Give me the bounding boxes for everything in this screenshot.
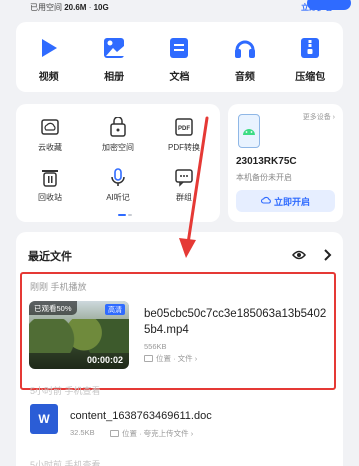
storage-used-value: 20.6M <box>64 2 87 12</box>
recent-files-card: 最近文件 刚刚 手机播放 已观看50% 高清 00:00:02 be05cbc5… <box>16 232 343 466</box>
service-label: PDF转换 <box>168 143 200 152</box>
trash-icon <box>39 166 61 188</box>
service-recycle-bin[interactable]: 回收站 <box>20 166 80 203</box>
tool-label: 音频 <box>234 72 255 83</box>
storage-total-value: 10G <box>93 2 109 12</box>
video-file-location[interactable]: 位置 · 文件 › <box>144 353 197 364</box>
storage-separator: · <box>88 2 92 12</box>
tool-label: 文档 <box>169 72 190 83</box>
tool-label: 视频 <box>38 72 59 83</box>
service-pdf-convert[interactable]: PDF PDF转换 <box>154 116 214 153</box>
tool-video[interactable]: 视频 <box>21 36 77 92</box>
enable-backup-button[interactable]: 立即开启 <box>236 190 335 212</box>
thumbnail-trees <box>29 319 129 353</box>
doc-file-size: 32.5KB <box>70 428 95 437</box>
cloud-icon <box>260 196 271 206</box>
recent-group-label: 刚刚 手机播放 <box>30 282 87 292</box>
ai-listen-icon <box>107 166 129 188</box>
service-label: 回收站 <box>38 193 62 202</box>
tool-photo[interactable]: 相册 <box>86 36 142 92</box>
service-label: 群组 <box>176 193 192 202</box>
video-duration: 00:00:02 <box>86 355 123 365</box>
storage-used-label: 已用空间 <box>30 2 62 12</box>
folder-icon <box>110 430 119 437</box>
upgrade-pill-button[interactable] <box>307 0 351 10</box>
video-thumbnail[interactable]: 已观看50% 高清 00:00:02 <box>29 301 129 369</box>
hd-badge: 高清 <box>105 304 125 315</box>
recent-group-label: 5小时前 手机查看 <box>30 386 101 396</box>
recent-group-label: 5小时前 手机查看 <box>30 460 101 466</box>
service-encrypted-space[interactable]: 加密空间 <box>88 116 148 153</box>
group-chat-icon <box>173 166 195 188</box>
service-ai-listen[interactable]: AI听记 <box>88 166 148 203</box>
service-label: AI听记 <box>106 193 130 202</box>
tool-audio[interactable]: 音频 <box>217 36 273 92</box>
service-label: 加密空间 <box>102 143 134 152</box>
storage-usage: 已用空间 20.6M · 10G <box>30 2 109 13</box>
service-cloud-favorite[interactable]: 云收藏 <box>20 116 80 153</box>
page-dot-active <box>118 214 126 216</box>
lock-bag-icon <box>107 116 129 138</box>
page-dot <box>128 214 132 216</box>
chevron-right-icon[interactable] <box>322 248 332 261</box>
play-icon <box>37 36 61 60</box>
word-doc-icon[interactable]: W <box>30 404 58 434</box>
device-backup-status: 本机备份未开启 <box>236 173 292 182</box>
photo-icon <box>102 36 126 60</box>
folder-icon <box>144 355 153 362</box>
zip-icon <box>298 36 322 60</box>
more-devices-link[interactable]: 更多设备 › <box>303 112 335 122</box>
page-indicator <box>118 214 132 216</box>
video-file-name[interactable]: be05cbc50c7cc3e185063a13b54025b4.mp4 <box>144 306 330 338</box>
headphones-icon <box>233 36 257 60</box>
phone-android-icon <box>238 114 260 148</box>
service-label: 云收藏 <box>38 143 62 152</box>
cloud-favorite-icon <box>39 116 61 138</box>
eye-icon[interactable] <box>292 248 306 260</box>
tool-document[interactable]: 文档 <box>151 36 207 92</box>
recent-files-title: 最近文件 <box>28 251 72 263</box>
tool-zip[interactable]: 压缩包 <box>282 36 338 92</box>
device-name: 23013RK75C <box>236 156 297 167</box>
service-group[interactable]: 群组 <box>154 166 214 203</box>
category-tools-card: 视频 相册 文档 音频 压缩包 <box>16 22 343 92</box>
storage-bar: 已用空间 20.6M · 10G 立即扩容 <box>0 0 359 14</box>
doc-location-label: 位置 · 夸克上传文件 › <box>122 429 194 438</box>
enable-backup-label: 立即开启 <box>273 196 310 207</box>
video-location-label: 位置 · 文件 › <box>156 354 198 363</box>
pdf-icon: PDF <box>173 116 195 138</box>
device-backup-card: 更多设备 › 23013RK75C 本机备份未开启 立即开启 <box>228 104 343 222</box>
watched-progress-badge: 已观看50% <box>29 301 77 315</box>
svg-text:PDF: PDF <box>178 126 190 132</box>
doc-file-location[interactable]: 位置 · 夸克上传文件 › <box>110 428 193 439</box>
document-icon <box>167 36 191 60</box>
video-file-size: 556KB <box>144 342 167 351</box>
doc-file-name[interactable]: content_1638763469611.doc <box>70 410 212 422</box>
tool-label: 相册 <box>104 72 125 83</box>
tool-label: 压缩包 <box>295 72 326 83</box>
services-card: 云收藏 加密空间 PDF PDF转换 回收站 AI听记 群组 <box>16 104 220 222</box>
